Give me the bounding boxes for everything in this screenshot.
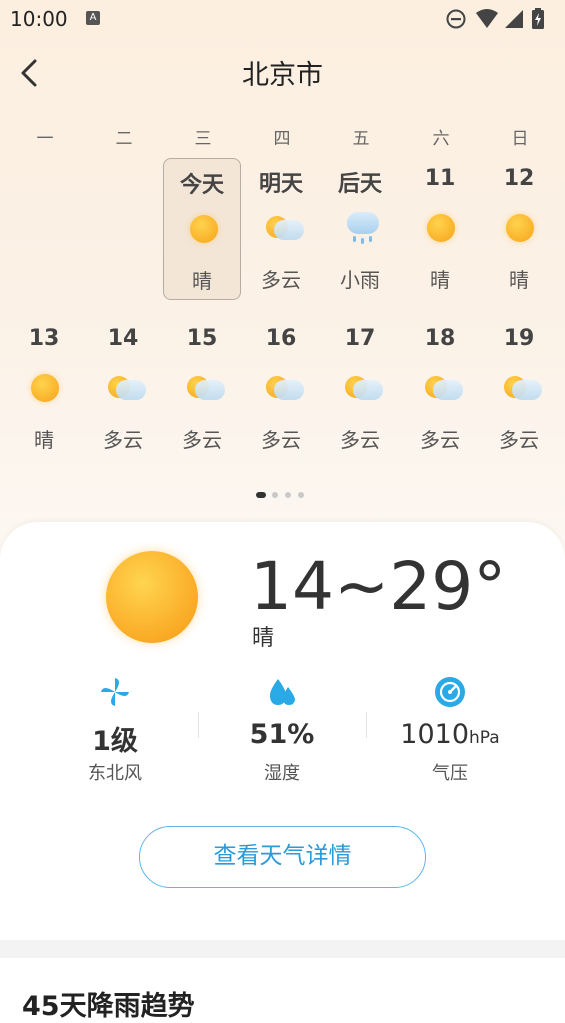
- day-cell[interactable]: 12 晴: [480, 158, 558, 300]
- wind-stat: 1级 东北风: [35, 675, 195, 785]
- day-cell[interactable]: 17 多云: [321, 318, 399, 460]
- notification-icon: A: [86, 11, 100, 25]
- day-cell[interactable]: 18 多云: [401, 318, 479, 460]
- partly-cloudy-icon: [425, 372, 463, 404]
- wind-level: 1级: [92, 726, 138, 757]
- light-rain-icon: [345, 212, 379, 244]
- day-condition: 多云: [261, 428, 301, 452]
- humidity-icon: [269, 679, 295, 705]
- day-condition: 晴: [509, 268, 529, 292]
- sunny-icon: [425, 212, 457, 244]
- wind-direction: 东北风: [88, 763, 142, 784]
- day-cell[interactable]: 后天 小雨: [321, 158, 399, 300]
- signal-icon: [505, 10, 523, 28]
- pager-dot: [272, 492, 278, 498]
- pressure-label: 气压: [432, 763, 468, 784]
- pressure-number: 1010: [400, 719, 470, 750]
- day-condition: 多云: [182, 428, 222, 452]
- weekday-label: 六: [432, 129, 450, 149]
- weekday-label: 二: [115, 129, 133, 149]
- day-cell[interactable]: 明天 多云: [242, 158, 320, 300]
- day-condition: 晴: [192, 269, 212, 293]
- wind-icon: [101, 678, 129, 706]
- stat-divider: [366, 712, 367, 738]
- pager-dot: [285, 492, 291, 498]
- day-cell[interactable]: 13 晴: [5, 318, 83, 460]
- day-label: 12: [503, 166, 535, 191]
- day-label: 14: [107, 326, 139, 351]
- day-condition: 多云: [261, 268, 301, 292]
- day-cell[interactable]: 15 多云: [163, 318, 241, 460]
- status-time: 10:00: [10, 7, 68, 31]
- day-condition: 多云: [340, 428, 380, 452]
- day-label: 11: [424, 166, 456, 191]
- pressure-icon: [435, 677, 465, 707]
- day-label: 16: [265, 326, 297, 351]
- day-label: 13: [28, 326, 60, 351]
- partly-cloudy-icon: [108, 372, 146, 404]
- day-label: 15: [186, 326, 218, 351]
- day-condition: 多云: [420, 428, 460, 452]
- day-condition: 晴: [34, 428, 54, 452]
- dnd-icon: [446, 9, 466, 29]
- day-label: 今天: [179, 173, 224, 198]
- day-condition: 晴: [430, 268, 450, 292]
- sunny-icon: [188, 213, 220, 245]
- day-label: 后天: [337, 172, 382, 197]
- page-title: 北京市: [242, 60, 323, 91]
- partly-cloudy-icon: [504, 372, 542, 404]
- weekday-label: 四: [273, 129, 291, 149]
- pressure-unit: hPa: [469, 728, 500, 748]
- day-cell[interactable]: 19 多云: [480, 318, 558, 460]
- weekday-label: 五: [352, 129, 370, 149]
- sunny-icon: [29, 372, 61, 404]
- weekday-label: 日: [511, 129, 529, 149]
- status-bar: 10:00 A: [0, 0, 565, 40]
- day-condition: 多云: [499, 428, 539, 452]
- temperature-range: 14~29°: [250, 548, 507, 625]
- weekday-label: 三: [194, 129, 212, 149]
- pressure-value: 1010hPa: [370, 719, 530, 755]
- battery-icon: [532, 8, 544, 29]
- day-label: 明天: [258, 172, 303, 197]
- day-cell[interactable]: 11 晴: [401, 158, 479, 300]
- day-label: 17: [344, 326, 376, 351]
- pager-dot: [256, 492, 266, 498]
- day-condition: 小雨: [340, 268, 380, 292]
- humidity-stat: 51% 湿度: [202, 675, 362, 785]
- day-cell[interactable]: 16 多云: [242, 318, 320, 460]
- weather-details-button[interactable]: 查看天气详情: [139, 826, 426, 888]
- partly-cloudy-icon: [187, 372, 225, 404]
- humidity-label: 湿度: [264, 763, 300, 784]
- sunny-icon: [106, 551, 198, 643]
- pressure-stat: 1010hPa 气压: [370, 675, 530, 785]
- partly-cloudy-icon: [266, 372, 304, 404]
- weekday-label: 一: [36, 129, 54, 149]
- stat-divider: [198, 712, 199, 738]
- sunny-icon: [504, 212, 536, 244]
- section-divider: [0, 940, 565, 958]
- day-condition: 多云: [103, 428, 143, 452]
- day-label: 18: [424, 326, 456, 351]
- pager-dot: [298, 492, 304, 498]
- day-cell[interactable]: 今天晴: [163, 158, 241, 300]
- partly-cloudy-icon: [345, 372, 383, 404]
- current-condition: 晴: [252, 626, 275, 651]
- day-cell[interactable]: 14 多云: [84, 318, 162, 460]
- wifi-icon: [476, 9, 498, 28]
- humidity-value: 51%: [249, 719, 315, 750]
- partly-cloudy-icon: [266, 212, 304, 244]
- day-label: 19: [503, 326, 535, 351]
